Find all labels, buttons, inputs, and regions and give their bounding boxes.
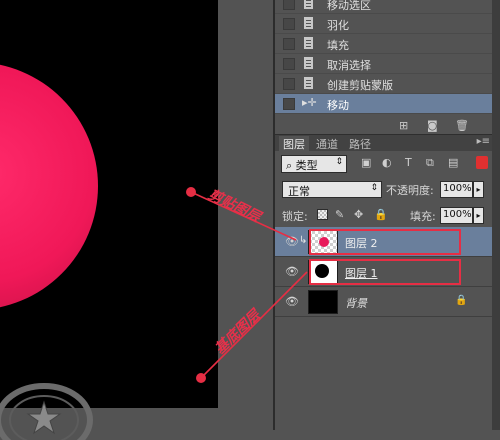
- fill-value: 100%: [443, 209, 472, 220]
- lock-transparent-pixels-icon[interactable]: [317, 209, 328, 220]
- history-item-selected[interactable]: ▸✛ 移动: [275, 94, 492, 114]
- trash-icon[interactable]: 🗑: [455, 119, 469, 132]
- type-filter-icon[interactable]: T: [405, 156, 412, 169]
- fill-input[interactable]: 100%: [440, 207, 473, 224]
- history-item[interactable]: 羽化: [275, 14, 492, 34]
- document-icon: [304, 0, 313, 9]
- panel-menu-icon[interactable]: ▸≡: [477, 136, 490, 147]
- snapshot-checkbox[interactable]: [283, 58, 295, 70]
- history-item[interactable]: 填充: [275, 34, 492, 54]
- window-right-edge: [492, 0, 500, 430]
- clipping-arrow-icon: ↳: [299, 235, 308, 246]
- snapshot-checkbox[interactable]: [283, 78, 295, 90]
- history-footer: ⊞ ◙ 🗑: [275, 116, 492, 135]
- layer-name[interactable]: 背景: [345, 295, 367, 311]
- snapshot-checkbox[interactable]: [283, 38, 295, 50]
- smart-object-filter-icon[interactable]: ▤: [448, 156, 458, 169]
- layer-thumbnail: [308, 290, 338, 314]
- updown-arrow-icon: ⇕: [370, 183, 378, 193]
- snapshot-checkbox[interactable]: [283, 98, 295, 110]
- visibility-eye-icon[interactable]: 👁: [285, 235, 299, 248]
- document-icon: [304, 57, 313, 69]
- history-item-label: 羽化: [327, 19, 349, 32]
- history-item-label: 填充: [327, 39, 349, 52]
- opacity-input[interactable]: 100%: [440, 181, 473, 198]
- document-icon: [304, 77, 313, 89]
- blend-mode-value: 正常: [288, 185, 310, 198]
- history-item[interactable]: 创建剪贴蒙版: [275, 74, 492, 94]
- layer-row-background[interactable]: 👁 背景 🔒: [275, 287, 492, 317]
- document-icon: [304, 17, 313, 29]
- lock-image-pixels-icon[interactable]: ✎: [335, 208, 344, 221]
- tab-channels[interactable]: 通道: [312, 136, 342, 151]
- adjustment-filter-icon[interactable]: ◐: [382, 156, 392, 169]
- snapshot-checkbox[interactable]: [283, 18, 295, 30]
- document-icon: [304, 37, 313, 49]
- search-icon: ⌕: [286, 159, 296, 172]
- pink-circle-shape: [0, 62, 98, 310]
- opacity-value: 100%: [443, 183, 472, 194]
- side-panels: 移动选区 羽化 填充 取消选择 创建剪贴蒙版 ▸✛ 移动 ⊞ ◙ 🗑 图层 通道…: [275, 0, 492, 430]
- opacity-label: 不透明度:: [386, 184, 434, 197]
- history-item-label: 移动: [327, 99, 349, 112]
- watermark-seal-logo: [0, 383, 93, 440]
- history-item[interactable]: 移动选区: [275, 0, 492, 14]
- visibility-eye-icon[interactable]: 👁: [285, 265, 299, 278]
- history-item-label: 取消选择: [327, 59, 371, 72]
- layer-filter-select[interactable]: ⌕ 类型 ⇕: [281, 155, 347, 173]
- tab-paths[interactable]: 路径: [345, 136, 375, 151]
- filter-kind-label: 类型: [295, 159, 318, 172]
- lock-all-icon[interactable]: 🔒: [374, 208, 388, 221]
- lock-label: 锁定:: [282, 210, 308, 223]
- updown-arrow-icon: ⇕: [335, 157, 343, 167]
- snapshot-checkbox[interactable]: [283, 0, 295, 10]
- move-tool-icon: ▸✛: [302, 96, 317, 109]
- lock-position-icon[interactable]: ✥: [354, 208, 363, 221]
- fill-dropdown-button[interactable]: ▸: [473, 207, 484, 224]
- layers-panel-tabs: 图层 通道 路径 ▸≡: [275, 135, 492, 151]
- blend-mode-select[interactable]: 正常 ⇕: [282, 181, 382, 198]
- highlight-base-layer: [309, 259, 461, 285]
- history-item[interactable]: 取消选择: [275, 54, 492, 74]
- history-item-label: 移动选区: [327, 0, 371, 12]
- tab-layers[interactable]: 图层: [279, 136, 309, 151]
- history-item-label: 创建剪贴蒙版: [327, 79, 393, 92]
- camera-snapshot-icon[interactable]: ◙: [427, 119, 438, 132]
- fill-label: 填充:: [410, 210, 436, 223]
- shape-filter-icon[interactable]: ⧉: [426, 156, 434, 170]
- lock-icon: 🔒: [455, 295, 468, 306]
- visibility-eye-icon[interactable]: 👁: [285, 295, 299, 308]
- document-canvas[interactable]: [0, 0, 218, 408]
- highlight-clipped-layer: [309, 229, 461, 255]
- pixel-filter-icon[interactable]: ▣: [361, 156, 371, 169]
- opacity-dropdown-button[interactable]: ▸: [473, 181, 484, 198]
- new-document-from-state-icon[interactable]: ⊞: [399, 119, 408, 132]
- filter-toggle-switch[interactable]: [476, 156, 488, 169]
